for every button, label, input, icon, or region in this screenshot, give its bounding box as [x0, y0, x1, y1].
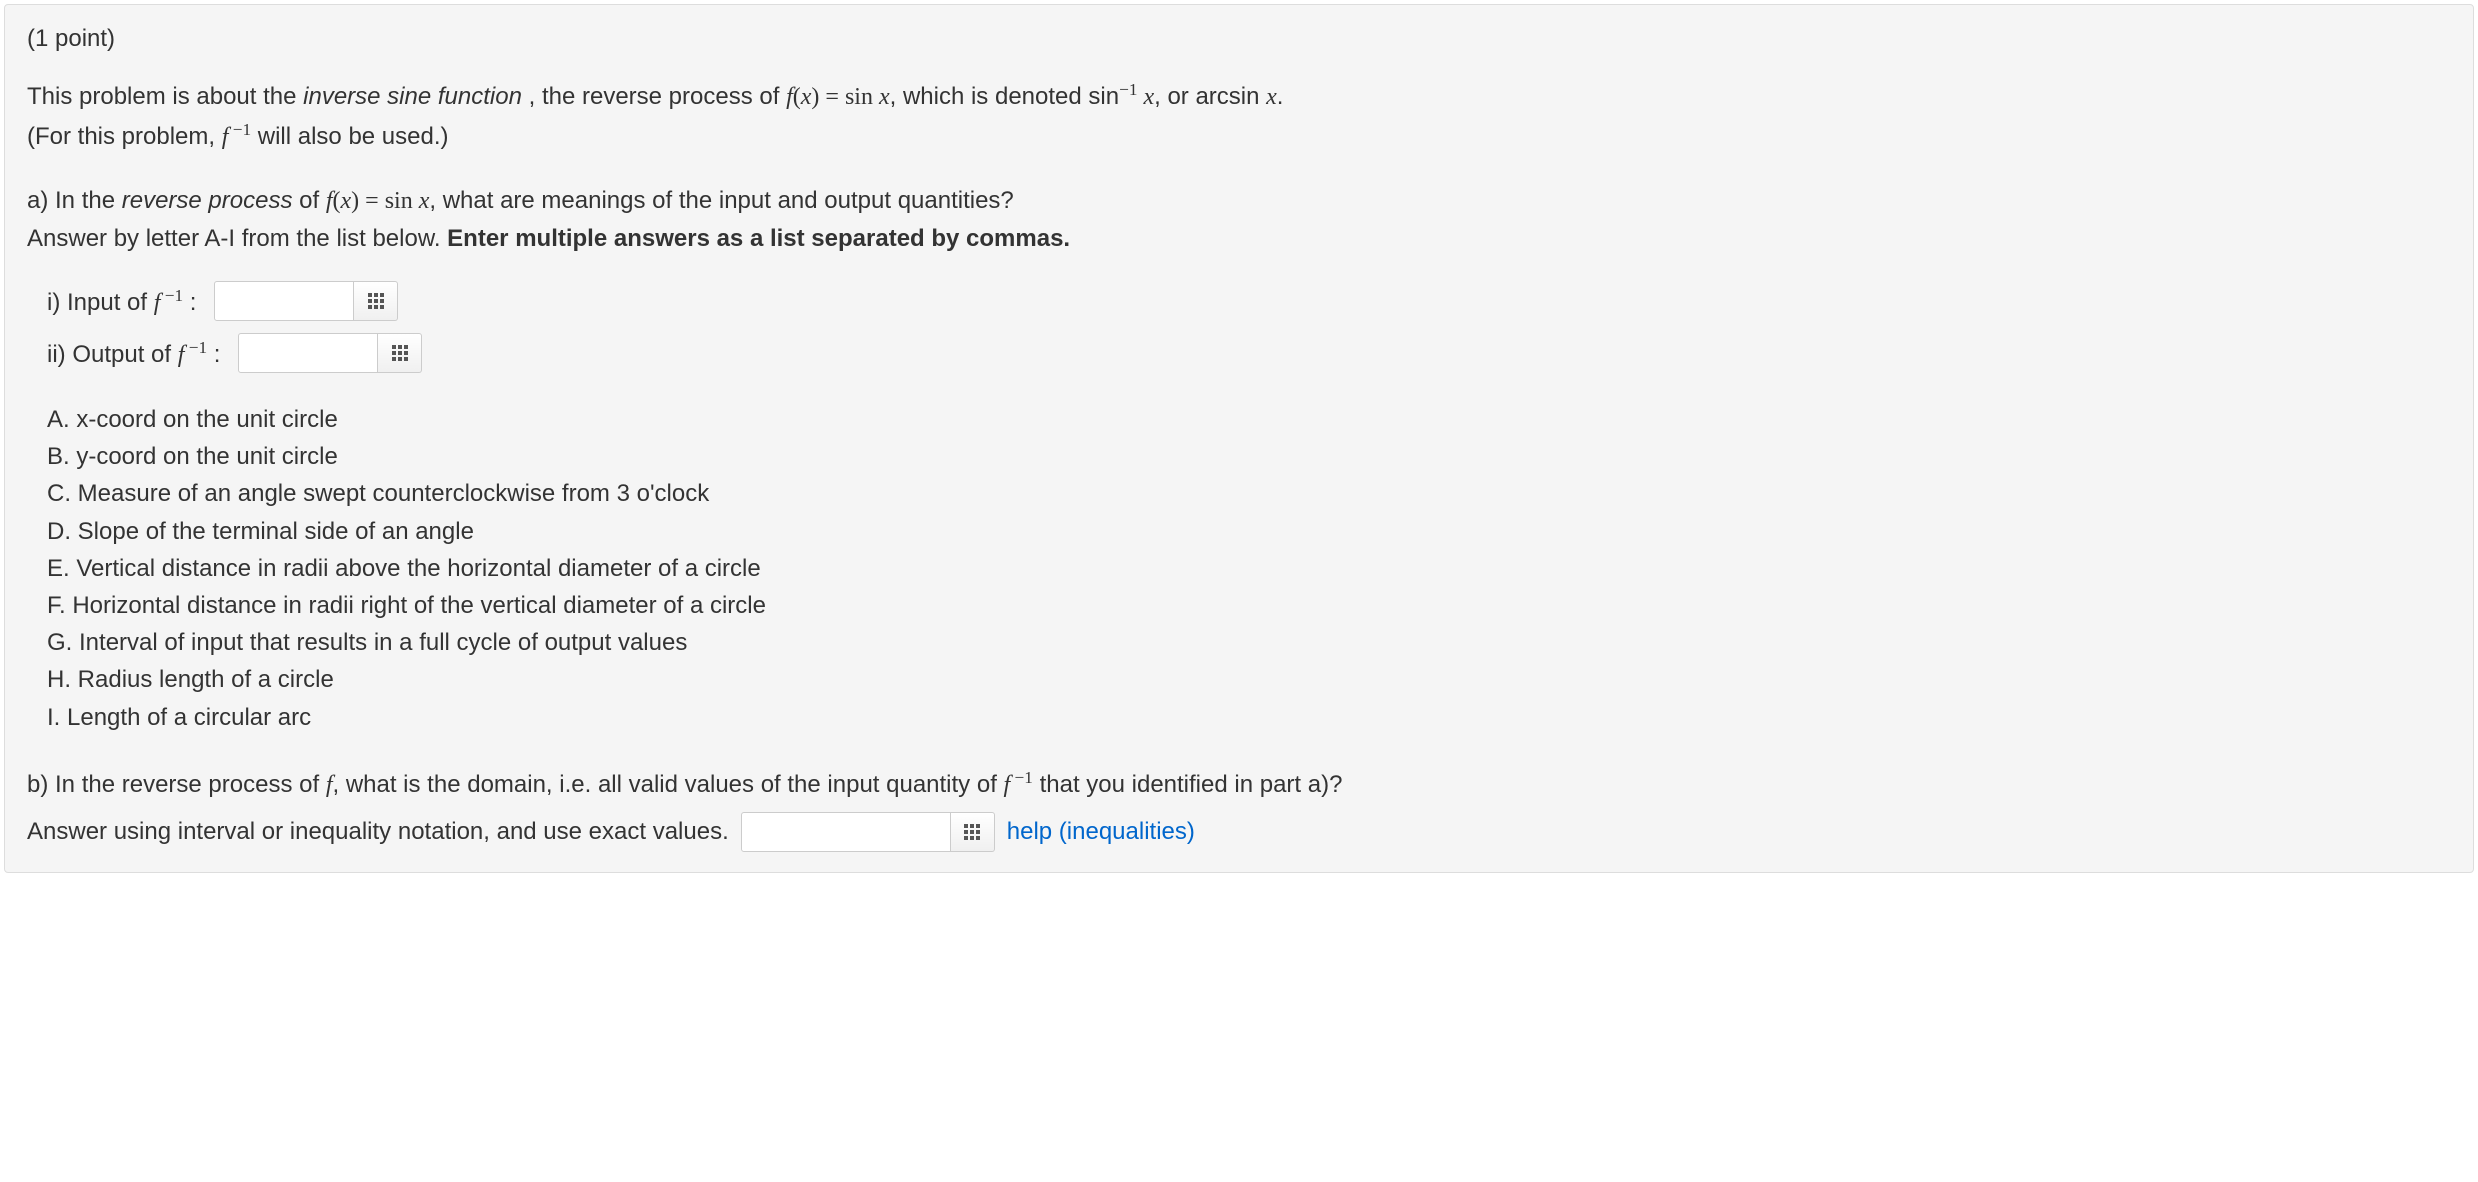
intro-text: will also be used.) — [251, 123, 448, 150]
math-x: x — [1137, 84, 1154, 110]
part-a-line1: a) In the reverse process of f(x) = sin … — [27, 183, 2451, 219]
intro-text: , the reverse process of — [522, 83, 786, 110]
intro-text: (For this problem, — [27, 123, 222, 150]
input-row-i: i) Input of f −1 : — [47, 281, 2451, 321]
keypad-button-ii[interactable] — [378, 333, 422, 373]
math-paren: ) — [351, 188, 359, 214]
input-group-b — [741, 812, 995, 852]
math-sin: sin — [845, 84, 879, 110]
math-x: x — [341, 188, 352, 214]
math-sin: sin — [385, 188, 419, 214]
math-x: x — [419, 188, 430, 214]
math-sup: −1 — [228, 120, 251, 139]
text: : — [183, 289, 196, 316]
text: : — [207, 341, 220, 368]
math-x: x — [1266, 84, 1277, 110]
math-eq: = — [359, 188, 385, 214]
input-i-field[interactable] — [214, 281, 354, 321]
intro-text: , which is denoted sin — [890, 83, 1119, 110]
text: i) Input of — [47, 289, 154, 316]
math-sup: −1 — [184, 338, 207, 357]
option-b: B. y-coord on the unit circle — [47, 438, 2451, 475]
input-b-field[interactable] — [741, 812, 951, 852]
math-sup: −1 — [1119, 80, 1137, 99]
option-g: G. Interval of input that results in a f… — [47, 624, 2451, 661]
math-eq: = — [819, 84, 845, 110]
input-ii-field[interactable] — [238, 333, 378, 373]
part-b-line2: Answer using interval or inequality nota… — [27, 818, 729, 846]
math-sup: −1 — [1010, 768, 1033, 787]
intro-paragraph-2: (For this problem, f −1 will also be use… — [27, 117, 2451, 155]
part-a-line2: Answer by letter A-I from the list below… — [27, 221, 2451, 257]
math-paren: ( — [333, 188, 341, 214]
text: , what are meanings of the input and out… — [429, 187, 1013, 214]
intro-text: This problem is about the — [27, 83, 303, 110]
help-inequalities-link[interactable]: help (inequalities) — [1007, 818, 1195, 846]
math-paren: ( — [793, 84, 801, 110]
math-f: f — [786, 84, 793, 110]
option-e: E. Vertical distance in radii above the … — [47, 550, 2451, 587]
keypad-icon — [368, 293, 384, 309]
text: a) In the — [27, 187, 122, 214]
keypad-icon — [964, 824, 980, 840]
bold-text: Enter multiple answers as a list separat… — [447, 225, 1070, 252]
intro-text: , or arcsin — [1154, 83, 1266, 110]
text: b) In the reverse process of — [27, 771, 326, 798]
text: , what is the domain, i.e. all valid val… — [332, 771, 1003, 798]
option-c: C. Measure of an angle swept countercloc… — [47, 475, 2451, 512]
part-b-line1: b) In the reverse process of f, what is … — [27, 764, 2451, 804]
option-h: H. Radius length of a circle — [47, 661, 2451, 698]
math-f: f — [326, 188, 333, 214]
part-b-row: Answer using interval or inequality nota… — [27, 812, 2451, 852]
input-i-label: i) Input of f −1 : — [47, 286, 196, 317]
math-x: x — [801, 84, 812, 110]
problem-container: (1 point) This problem is about the inve… — [4, 4, 2474, 873]
options-list: A. x-coord on the unit circle B. y-coord… — [47, 401, 2451, 736]
math-sup: −1 — [160, 286, 183, 305]
option-f: F. Horizontal distance in radii right of… — [47, 587, 2451, 624]
option-i: I. Length of a circular arc — [47, 699, 2451, 736]
italic-text: reverse process — [122, 187, 293, 214]
intro-italic: inverse sine function — [303, 83, 522, 110]
input-group-i — [214, 281, 398, 321]
input-group-ii — [238, 333, 422, 373]
keypad-button-i[interactable] — [354, 281, 398, 321]
text: that you identified in part a)? — [1033, 771, 1343, 798]
text: of — [292, 187, 325, 214]
math-x: x — [879, 84, 890, 110]
text: Answer by letter A-I from the list below… — [27, 225, 447, 252]
option-d: D. Slope of the terminal side of an angl… — [47, 513, 2451, 550]
keypad-button-b[interactable] — [951, 812, 995, 852]
keypad-icon — [392, 345, 408, 361]
option-a: A. x-coord on the unit circle — [47, 401, 2451, 438]
input-row-ii: ii) Output of f −1 : — [47, 333, 2451, 373]
text: ii) Output of — [47, 341, 178, 368]
points-label: (1 point) — [27, 25, 2451, 53]
intro-paragraph-1: This problem is about the inverse sine f… — [27, 77, 2451, 115]
input-ii-label: ii) Output of f −1 : — [47, 338, 220, 369]
intro-text: . — [1277, 83, 1284, 110]
